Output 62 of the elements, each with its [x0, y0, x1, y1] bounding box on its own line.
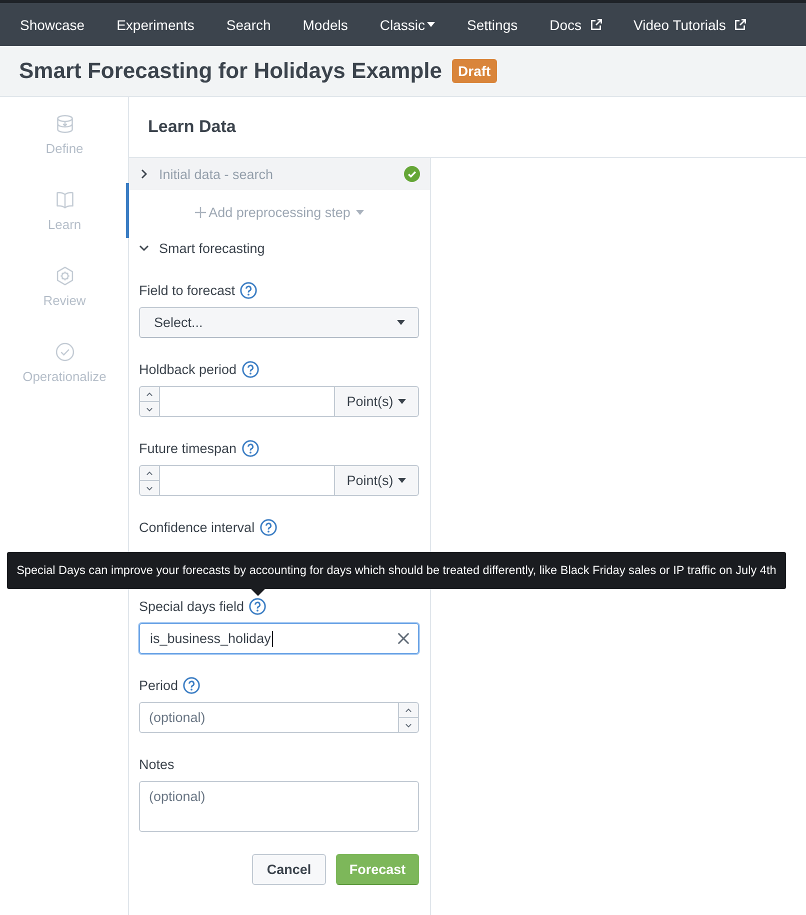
- field-label: Future timespan: [139, 440, 237, 456]
- status-badge: Draft: [452, 59, 497, 83]
- nav-link[interactable]: Experiments: [116, 16, 194, 32]
- help-icon[interactable]: [183, 676, 200, 694]
- nav-link[interactable]: Classic: [380, 16, 436, 32]
- tooltip: Special Days can improve your forecasts by accounting for days which should be treated differently, like Black Friday sales or IP traffic on July 4th: [6, 552, 786, 588]
- number-field[interactable]: [160, 465, 334, 496]
- page-title: Smart Forecasting for Holidays Example: [19, 58, 442, 84]
- decrement-button[interactable]: [139, 480, 160, 496]
- field-select[interactable]: Select...: [139, 307, 419, 338]
- nav-link[interactable]: Settings: [467, 16, 518, 32]
- help-icon[interactable]: [242, 440, 259, 456]
- text-field[interactable]: is_business_holiday: [139, 623, 419, 654]
- plus-icon: [194, 206, 206, 218]
- help-icon[interactable]: [242, 360, 259, 378]
- tooltip-arrow-icon: [250, 588, 265, 596]
- gear-icon: [54, 266, 74, 286]
- number-field[interactable]: [160, 386, 334, 417]
- unit-dropdown[interactable]: Point(s): [334, 386, 419, 417]
- field-label: Period: [139, 678, 178, 692]
- field-label: Notes: [139, 756, 174, 772]
- panel-title: Learn Data: [148, 117, 236, 137]
- caret-down-icon: [398, 399, 406, 404]
- check-circle-icon: [54, 342, 74, 362]
- field-label: Confidence interval: [139, 520, 255, 534]
- nav-link[interactable]: Models: [302, 16, 348, 32]
- section-header[interactable]: Smart forecasting: [129, 234, 430, 262]
- help-icon[interactable]: [260, 518, 277, 536]
- caret-down-icon: [397, 320, 405, 325]
- book-icon: [54, 190, 74, 210]
- field-label: Field to forecast: [139, 282, 236, 298]
- unit-dropdown[interactable]: Point(s): [334, 465, 419, 496]
- external-link-icon: [590, 19, 602, 30]
- help-icon[interactable]: [240, 282, 258, 298]
- chevron-up-icon: [405, 708, 412, 712]
- nav-link[interactable]: Search: [226, 16, 271, 32]
- field-label: Holdback period: [139, 362, 237, 376]
- decrement-button[interactable]: [398, 717, 419, 733]
- caret-down-icon: [356, 210, 364, 214]
- chevron-up-icon: [146, 392, 153, 396]
- decrement-button[interactable]: [139, 401, 160, 417]
- nav-link[interactable]: Showcase: [20, 16, 85, 32]
- chevron-down-icon: [146, 486, 153, 490]
- text-cursor-icon: [272, 630, 273, 646]
- database-icon: [54, 114, 74, 134]
- caret-down-icon: [398, 478, 406, 483]
- chevron-down-icon: [405, 722, 412, 728]
- help-icon[interactable]: [249, 598, 266, 614]
- external-link-icon: [734, 19, 746, 30]
- notes-field[interactable]: (optional): [139, 781, 419, 832]
- nav-link[interactable]: Docs: [550, 16, 602, 32]
- nav-link[interactable]: Video Tutorials: [634, 16, 746, 32]
- chevron-up-icon: [146, 470, 153, 476]
- caret-down-icon: [427, 22, 436, 27]
- field-label: Special days field: [139, 598, 244, 614]
- increment-button[interactable]: [139, 465, 160, 481]
- chevron-down-icon: [146, 406, 153, 412]
- clear-icon[interactable]: [397, 632, 410, 645]
- number-field[interactable]: (optional): [139, 702, 398, 733]
- increment-button[interactable]: [139, 386, 160, 402]
- secondary-button[interactable]: Cancel: [252, 854, 326, 885]
- increment-button[interactable]: [398, 702, 419, 718]
